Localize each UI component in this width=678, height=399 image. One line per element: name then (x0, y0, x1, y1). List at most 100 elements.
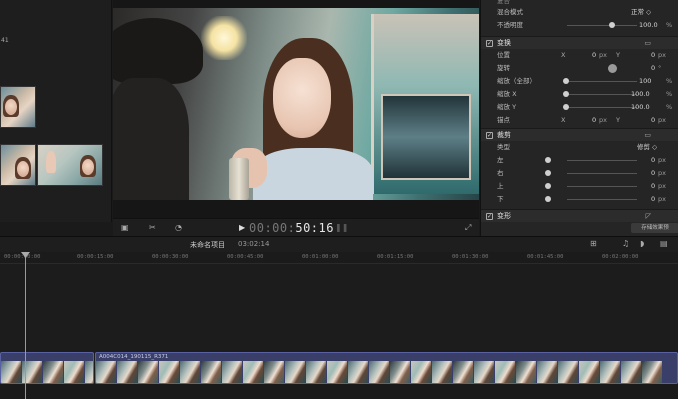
crop-type-value[interactable]: 修剪 ◇ (637, 141, 657, 154)
ruler-label: 00:02:00:00 (602, 254, 639, 260)
crop-right-slider[interactable] (567, 173, 637, 174)
skimming-indicator-icon: ❚❚ (335, 223, 349, 232)
clip-frame (285, 361, 305, 383)
transform-checkbox[interactable]: ✓ (486, 40, 493, 47)
scale-all-slider-knob[interactable] (563, 78, 569, 84)
scale-y-value[interactable]: 100.0 (631, 101, 650, 114)
distort-section-header[interactable]: ✓ 变形 ◸ (481, 209, 678, 222)
rotation-dial[interactable] (608, 64, 617, 73)
opacity-slider-knob[interactable] (609, 22, 615, 28)
position-x-axis: X (561, 51, 566, 59)
crop-left-label: 左 (497, 156, 504, 164)
browser-clip-thumbnail[interactable] (37, 144, 103, 186)
anchor-x-value[interactable]: 0 (592, 114, 596, 127)
clip-frame (85, 361, 93, 383)
clip-frame (369, 361, 389, 383)
artist-body (113, 78, 189, 200)
anchor-y-unit: px (658, 116, 666, 124)
crop-top-label: 上 (497, 182, 504, 190)
crop-bottom-slider-knob[interactable] (545, 196, 551, 202)
crop-section-header[interactable]: ✓ 裁剪 ▭ (481, 128, 678, 141)
transform-section-header[interactable]: ✓ 变换 ▭ (481, 36, 678, 49)
position-y-value[interactable]: 0 (651, 49, 655, 62)
artist-hat (113, 18, 203, 84)
blend-mode-row: 混合模式 正常 ◇ (481, 6, 678, 19)
timeline-ruler[interactable]: 00:00:00:00 00:00:15:00 00:00:30:00 00:0… (0, 252, 678, 264)
rotation-unit: ° (658, 64, 662, 72)
position-x-value[interactable]: 0 (592, 49, 596, 62)
tools-icon[interactable]: ✂ (149, 223, 156, 233)
clip-frame (138, 361, 158, 383)
clip-frame (537, 361, 557, 383)
crop-right-row: 右 0 px (481, 167, 678, 180)
subject-face (273, 58, 331, 138)
audio-skimming-icon[interactable]: ♫ (622, 239, 629, 248)
crop-top-slider-knob[interactable] (545, 183, 551, 189)
scale-x-slider-knob[interactable] (563, 91, 569, 97)
scale-y-row: 缩放 Y 100.0 % (481, 101, 678, 114)
view-options-icon[interactable]: ▣ (121, 223, 129, 233)
crop-right-label: 右 (497, 169, 504, 177)
play-button[interactable]: ▶ (239, 223, 245, 232)
scale-all-slider[interactable] (567, 81, 637, 82)
inspector-panel: 复合 混合模式 正常 ◇ 不透明度 100.0 % ✓ 变换 ▭ 位置 X 0 … (480, 0, 678, 236)
crop-top-slider[interactable] (567, 186, 637, 187)
crop-top-unit: px (658, 182, 666, 190)
fullscreen-icon[interactable]: ⤢ (465, 223, 471, 233)
position-row: 位置 X 0 px Y 0 px (481, 49, 678, 62)
position-y-axis: Y (616, 51, 620, 59)
ruler-label: 00:00:30:00 (152, 254, 189, 260)
opacity-slider[interactable] (567, 25, 637, 26)
timeline-header: 未命名项目 03:02:14 ⊞ ♫ ◗ ▤ (0, 236, 678, 252)
clip-name: A004C014_190115_R371 (99, 354, 169, 360)
anchor-y-value[interactable]: 0 (651, 114, 655, 127)
scale-y-slider[interactable] (567, 107, 637, 108)
rotation-value[interactable]: 0 (651, 62, 655, 75)
blend-mode-value[interactable]: 正常 ◇ (631, 6, 651, 19)
timeline-clip[interactable]: A004C014_190115_R371 (95, 352, 678, 384)
clip-frame (159, 361, 179, 383)
rotation-label: 旋转 (497, 64, 510, 72)
retiming-icon[interactable]: ◔ (175, 223, 182, 233)
scale-all-unit: % (666, 77, 673, 85)
timecode-bright: 50:16 (295, 221, 334, 235)
crop-bottom-value[interactable]: 0 (651, 193, 655, 206)
opacity-value[interactable]: 100.0 (639, 19, 658, 32)
ruler-label: 00:01:30:00 (452, 254, 489, 260)
playhead[interactable] (25, 252, 26, 399)
clip-frame (222, 361, 242, 383)
subject-body (253, 148, 373, 200)
clip-frame (117, 361, 137, 383)
crop-left-slider[interactable] (567, 160, 637, 161)
solo-icon[interactable]: ◗ (640, 239, 644, 248)
clip-appearance-icon[interactable]: ⊞ (590, 239, 597, 248)
crop-checkbox[interactable]: ✓ (486, 132, 493, 139)
background-window (381, 94, 471, 180)
blend-mode-label: 混合模式 (497, 8, 523, 16)
scale-x-value[interactable]: 100.0 (631, 88, 650, 101)
crop-right-value[interactable]: 0 (651, 167, 655, 180)
browser-clip-thumbnail[interactable] (0, 86, 36, 128)
position-y-unit: px (658, 51, 666, 59)
browser-clip-thumbnail[interactable] (0, 144, 36, 186)
distort-checkbox[interactable]: ✓ (486, 213, 493, 220)
anchor-y-axis: Y (616, 116, 620, 124)
crop-top-value[interactable]: 0 (651, 180, 655, 193)
crop-type-row: 类型 修剪 ◇ (481, 141, 678, 154)
ruler-label: 00:01:15:00 (377, 254, 414, 260)
crop-left-slider-knob[interactable] (545, 157, 551, 163)
timeline-clip[interactable] (0, 352, 94, 384)
browser-edge-number: 41 (1, 37, 9, 44)
save-effects-preset-button[interactable]: 存储效果预 (631, 223, 678, 233)
scale-x-slider[interactable] (567, 94, 637, 95)
crop-left-value[interactable]: 0 (651, 154, 655, 167)
distort-onscreen-icon[interactable]: ◸ (646, 210, 651, 223)
scale-y-slider-knob[interactable] (563, 104, 569, 110)
clip-frame (621, 361, 641, 383)
anchor-x-axis: X (561, 116, 566, 124)
crop-bottom-label: 下 (497, 195, 504, 203)
crop-bottom-slider[interactable] (567, 199, 637, 200)
snapping-icon[interactable]: ▤ (660, 239, 668, 248)
scale-all-value[interactable]: 100 (639, 75, 651, 88)
crop-right-slider-knob[interactable] (545, 170, 551, 176)
